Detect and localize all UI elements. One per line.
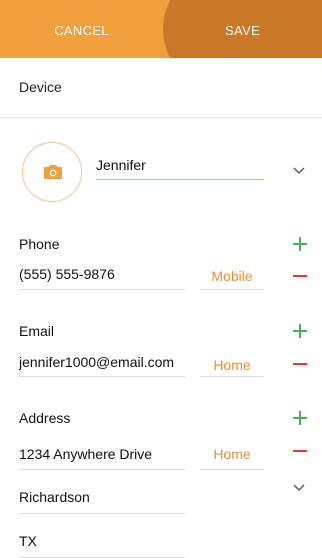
remove-email-icon[interactable] (293, 363, 307, 365)
add-phone-icon[interactable] (293, 237, 307, 251)
email-type-underline (200, 376, 264, 377)
contact-form: Jennifer Phone (555) 555-9876 Mobile Ema… (0, 118, 322, 558)
expand-address-chevron-icon[interactable] (293, 484, 305, 492)
save-button[interactable]: SAVE (163, 0, 322, 58)
email-input-underline (19, 376, 185, 377)
expand-name-chevron-icon[interactable] (293, 167, 305, 175)
contact-photo-button[interactable] (22, 142, 82, 202)
name-input[interactable]: Jennifer (96, 157, 261, 173)
phone-section-label: Phone (19, 236, 60, 252)
email-type-dropdown[interactable]: Home (200, 357, 264, 373)
remove-address-icon[interactable] (293, 450, 307, 452)
add-email-icon[interactable] (293, 324, 307, 338)
phone-input[interactable]: (555) 555-9876 (19, 266, 185, 282)
action-bar: CANCEL SAVE (0, 0, 322, 58)
phone-type-dropdown[interactable]: Mobile (200, 268, 264, 284)
camera-icon (44, 165, 62, 179)
address-type-dropdown[interactable]: Home (200, 446, 264, 462)
phone-input-underline (19, 289, 185, 290)
email-section-label: Email (19, 323, 55, 339)
add-address-icon[interactable] (293, 411, 307, 425)
storage-location-label: Device (19, 79, 62, 95)
street-input[interactable]: 1234 Anywhere Drive (19, 446, 185, 462)
storage-location-row[interactable]: Device (0, 58, 322, 118)
phone-type-underline (200, 289, 264, 290)
address-section-label: Address (19, 410, 71, 426)
remove-phone-icon[interactable] (293, 275, 307, 277)
city-input[interactable]: Richardson (19, 489, 185, 505)
state-input[interactable]: TX (19, 533, 185, 549)
cancel-button[interactable]: CANCEL (0, 0, 163, 58)
address-type-underline (200, 469, 264, 470)
email-input[interactable]: jennifer1000@email.com (19, 354, 185, 370)
street-input-underline (19, 469, 185, 470)
city-input-underline (19, 513, 185, 514)
name-input-underline (96, 179, 264, 180)
